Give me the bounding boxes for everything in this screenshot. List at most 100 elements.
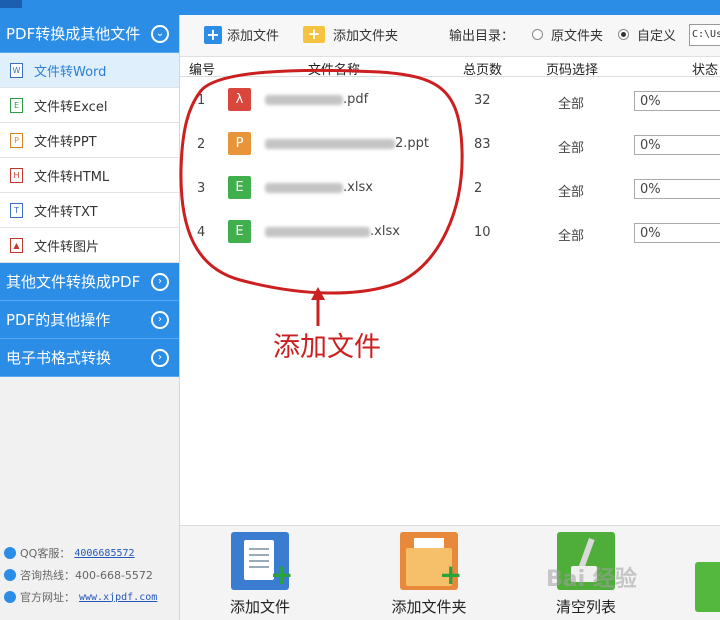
col-number: 编号 — [189, 63, 216, 78]
chevron-down-icon: ⌄ — [151, 25, 169, 43]
file-name: .pdf — [265, 92, 455, 107]
blurred-name — [265, 182, 343, 193]
sidebar-item-to-image[interactable]: ▲ 文件转图片 — [0, 228, 179, 263]
radio-custom-folder[interactable]: 自定义 — [618, 25, 676, 44]
qq-link[interactable]: 4006685572 — [74, 548, 134, 559]
page-range[interactable]: 全部 — [558, 137, 584, 156]
radio-label: 自定义 — [637, 29, 677, 44]
row-number: 3 — [197, 181, 206, 196]
col-page-range: 页码选择 — [546, 63, 599, 78]
add-folder-label: 添加文件夹 — [333, 29, 399, 44]
add-folder-button[interactable]: + 添加文件夹 — [303, 25, 398, 44]
file-name: .xlsx — [265, 180, 455, 195]
page-range[interactable]: 全部 — [558, 93, 584, 112]
big-add-folder-label: 添加文件夹 — [391, 598, 467, 616]
sidebar-item-to-ppt[interactable]: P 文件转PPT — [0, 123, 179, 158]
add-folder-icon: + — [400, 532, 462, 590]
folder-plus-icon: + — [303, 26, 325, 43]
qq-label: QQ客服： — [20, 547, 71, 560]
blurred-name — [265, 226, 370, 237]
radio-original-folder[interactable]: 原文件夹 — [532, 25, 603, 44]
table-row[interactable]: 3 E .xlsx 2 全部 0% — [180, 166, 720, 210]
blurred-name — [265, 94, 343, 105]
table-row[interactable]: 4 E .xlsx 10 全部 0% — [180, 210, 720, 254]
category-other-to-pdf[interactable]: 其他文件转换成PDF › — [0, 263, 179, 301]
sidebar-item-label: 文件转Excel — [34, 99, 108, 115]
category-label: PDF的其他操作 — [6, 311, 111, 329]
sidebar-item-to-excel[interactable]: E 文件转Excel — [0, 88, 179, 123]
word-file-icon: W — [10, 62, 23, 78]
page-count: 10 — [474, 225, 491, 240]
table-row[interactable]: 1 λ .pdf 32 全部 0% — [180, 78, 720, 122]
hotline-label: 咨询热线： — [20, 569, 75, 582]
status-progress: 0% — [634, 179, 720, 199]
status-progress: 0% — [634, 223, 720, 243]
qq-icon — [4, 547, 16, 559]
page-count: 83 — [474, 137, 491, 152]
add-file-label: 添加文件 — [227, 29, 280, 44]
contact-qq: QQ客服： 4006685572 — [4, 545, 135, 561]
sidebar-item-label: 文件转Word — [34, 64, 107, 80]
sidebar-item-label: 文件转HTML — [34, 169, 110, 185]
table-header: 编号 文件名称 总页数 页码选择 状态 — [180, 57, 720, 78]
big-add-folder-button[interactable]: + 添加文件夹 — [386, 532, 472, 617]
bottom-action-panel: + 添加文件 + 添加文件夹 清空列表 — [180, 525, 720, 620]
status-progress: 0% — [634, 91, 720, 111]
sidebar-item-label: 文件转图片 — [34, 239, 100, 255]
col-filename: 文件名称 — [308, 63, 361, 78]
chevron-right-icon: › — [151, 273, 169, 291]
row-number: 1 — [197, 93, 206, 108]
annotation-arrow-head — [311, 287, 325, 300]
category-pdf-other-ops[interactable]: PDF的其他操作 › — [0, 301, 179, 339]
watermark: Bai 经验 — [546, 567, 637, 592]
contact-site: 官方网址： www.xjpdf.com — [4, 589, 157, 605]
category-pdf-to-other[interactable]: PDF转换成其他文件 ⌄ — [0, 15, 179, 53]
sidebar-item-label: 文件转PPT — [34, 134, 97, 150]
user-icon — [4, 569, 16, 581]
excel-file-icon: E — [10, 97, 23, 113]
chevron-right-icon: › — [151, 349, 169, 367]
image-file-icon: ▲ — [10, 237, 23, 253]
add-file-icon: + — [231, 532, 293, 590]
plus-icon: + — [204, 25, 222, 44]
table-row[interactable]: 2 P 2.ppt 83 全部 0% — [180, 122, 720, 166]
app-logo — [0, 0, 22, 8]
site-link[interactable]: www.xjpdf.com — [79, 592, 157, 603]
annotation-label: 添加文件 — [273, 332, 381, 363]
page-count: 32 — [474, 93, 491, 108]
add-file-button[interactable]: + 添加文件 — [204, 25, 279, 44]
ppt-file-icon: P — [10, 132, 23, 148]
contact-hotline: 咨询热线： 400-668-5572 — [4, 567, 153, 583]
start-convert-button[interactable] — [695, 562, 720, 612]
xlsx-icon: E — [228, 220, 251, 243]
category-label: 其他文件转换成PDF — [6, 273, 141, 291]
title-bar — [0, 0, 720, 15]
big-add-file-button[interactable]: + 添加文件 — [230, 532, 293, 617]
browser-icon — [4, 591, 16, 603]
page-range[interactable]: 全部 — [558, 225, 584, 244]
ppt-icon: P — [228, 132, 251, 155]
row-number: 4 — [197, 225, 206, 240]
sidebar-item-to-txt[interactable]: T 文件转TXT — [0, 193, 179, 228]
chevron-right-icon: › — [151, 311, 169, 329]
category-label: PDF转换成其他文件 — [6, 25, 141, 43]
row-number: 2 — [197, 137, 206, 152]
page-range[interactable]: 全部 — [558, 181, 584, 200]
xlsx-icon: E — [228, 176, 251, 199]
txt-file-icon: T — [10, 202, 23, 218]
status-progress: 0% — [634, 135, 720, 155]
col-pages: 总页数 — [463, 63, 503, 78]
output-path-input[interactable]: C:\Us — [689, 24, 720, 46]
sidebar-item-label: 文件转TXT — [34, 204, 98, 220]
html-file-icon: H — [10, 167, 23, 183]
site-label: 官方网址： — [20, 591, 75, 604]
file-name: .xlsx — [265, 224, 455, 239]
file-name: 2.ppt — [265, 136, 455, 151]
pdf-icon: λ — [228, 88, 251, 111]
sidebar-item-to-html[interactable]: H 文件转HTML — [0, 158, 179, 193]
page-count: 2 — [474, 181, 483, 196]
toolbar: + 添加文件 + 添加文件夹 输出目录： 原文件夹 自定义 C:\Us — [180, 15, 720, 57]
category-label: 电子书格式转换 — [6, 349, 112, 367]
sidebar-item-to-word[interactable]: W 文件转Word — [0, 53, 179, 88]
category-ebook-convert[interactable]: 电子书格式转换 › — [0, 339, 179, 377]
